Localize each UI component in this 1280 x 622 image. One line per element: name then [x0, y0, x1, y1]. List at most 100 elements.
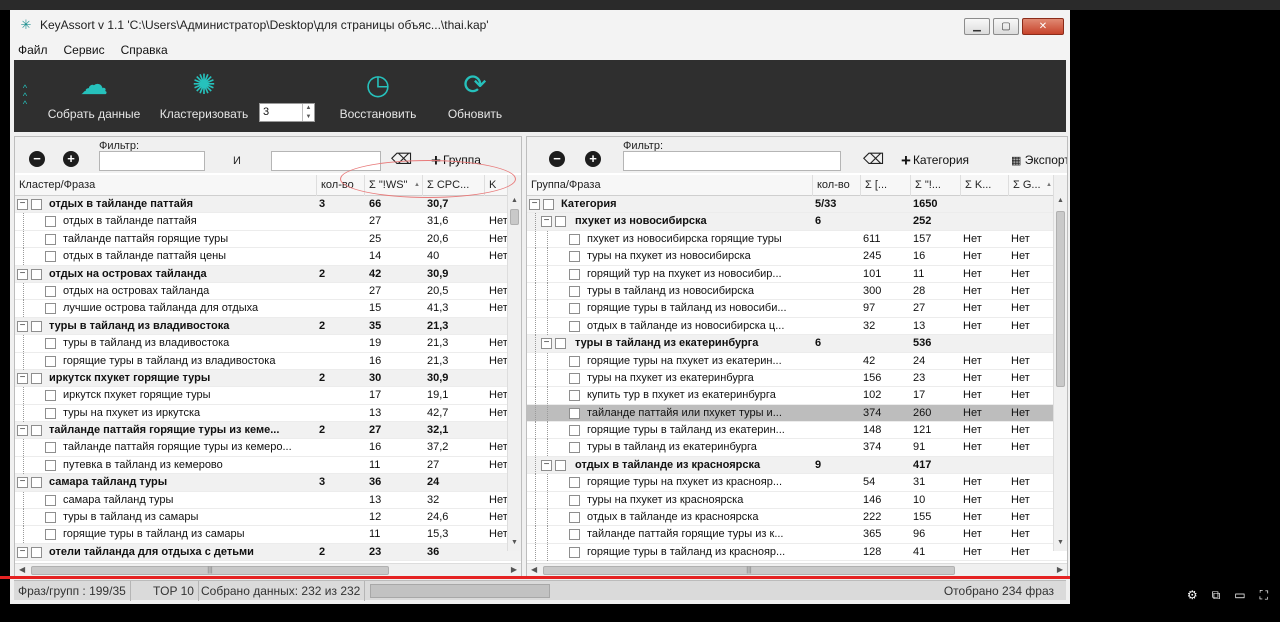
collapse-toggle-icon[interactable]: −	[17, 372, 28, 384]
collapse-toggle-icon[interactable]: −	[541, 459, 552, 471]
cluster-threshold-stepper[interactable]: 3 ▲ ▼	[259, 103, 315, 122]
table-row[interactable]: туры на пхукет из екатеринбурга 156 23 Нет Н…	[527, 369, 1067, 388]
collect-data-button[interactable]: ☁ Собрать данные	[44, 60, 144, 132]
category-group-row[interactable]: − отдых в тайланде из красноярска 9 417	[527, 456, 1067, 475]
settings-gear-icon[interactable]: ⚙	[1187, 588, 1198, 603]
table-row[interactable]: туры на пхукет из новосибирска 245 16 Нет Не…	[527, 248, 1067, 266]
h-scroll-thumb[interactable]: |||	[31, 566, 389, 575]
table-row[interactable]: горящий тур на пхукет из новосибир... 101…	[527, 265, 1067, 283]
scroll-thumb[interactable]	[1056, 211, 1065, 387]
row-checkbox[interactable]	[45, 216, 56, 228]
collapse-toggle-icon[interactable]: −	[17, 268, 28, 280]
table-row[interactable]: тайланде паттайя или пхукет туры и... 374…	[527, 404, 1067, 423]
miniplayer-icon[interactable]: ⧉	[1212, 588, 1221, 603]
table-row[interactable]: горящие туры в тайланд из владивостока 16…	[15, 352, 521, 370]
eraser-icon[interactable]: ⌫	[391, 151, 412, 169]
scroll-thumb[interactable]	[510, 209, 519, 225]
stepper-down-icon[interactable]: ▼	[303, 113, 314, 122]
video-progress-bar[interactable]	[0, 576, 1070, 579]
table-row[interactable]: тайланде паттайя горящие туры 25 20,6 Нет	[15, 230, 521, 249]
collapse-toggle-icon[interactable]: −	[541, 216, 552, 228]
row-checkbox[interactable]	[569, 251, 580, 263]
row-checkbox[interactable]	[569, 529, 580, 541]
row-checkbox[interactable]	[45, 512, 56, 524]
category-group-row[interactable]: − пхукет из новосибирска 6 252	[527, 213, 1067, 231]
scroll-right-icon[interactable]: ▶	[1057, 565, 1063, 574]
table-row[interactable]: отдых в тайланде паттайя 27 31,6 Нет	[15, 213, 521, 231]
collapse-toggle-icon[interactable]: −	[17, 320, 28, 332]
row-checkbox[interactable]	[31, 199, 42, 210]
cluster-button[interactable]: ✺ Кластеризовать	[157, 60, 251, 132]
row-checkbox[interactable]	[569, 372, 580, 384]
filter-input-2[interactable]	[271, 151, 381, 171]
minimize-button[interactable]: ▁	[964, 18, 990, 35]
table-row[interactable]: туры на пхукет из красноярска 146 10 Нет Нет	[527, 491, 1067, 510]
expand-all-button[interactable]: +	[63, 151, 79, 167]
scroll-left-icon[interactable]: ◀	[531, 565, 537, 574]
row-checkbox[interactable]	[45, 494, 56, 506]
table-row[interactable]: горящие туры на пхукет из екатерин... 42 2…	[527, 352, 1067, 370]
menu-file[interactable]: Файл	[18, 43, 48, 57]
table-row[interactable]: туры на пхукет из иркутска 13 42,7 Нет	[15, 404, 521, 423]
menu-help[interactable]: Справка	[121, 43, 168, 57]
cluster-group-row[interactable]: − отдых на островах тайланда 2 42 30,9	[15, 265, 521, 283]
table-row[interactable]: отдых в тайланде паттайя цены 14 40 Нет	[15, 248, 521, 266]
table-row[interactable]: горящие туры в тайланд из новосиби... 97 2…	[527, 300, 1067, 318]
table-row[interactable]: пхукет из новосибирска горящие туры 611 15…	[527, 230, 1067, 249]
close-button[interactable]: ✕	[1022, 18, 1064, 35]
collapse-all-categories-button[interactable]: −	[549, 151, 565, 167]
table-row[interactable]: туры в тайланд из новосибирска 300 28 Нет Не…	[527, 282, 1067, 301]
row-checkbox[interactable]	[45, 251, 56, 263]
scroll-up-icon[interactable]: ▲	[508, 197, 521, 204]
scroll-right-icon[interactable]: ▶	[511, 565, 517, 574]
table-row[interactable]: отдых в тайланде из красноярска 222 155 Нет…	[527, 509, 1067, 527]
row-checkbox[interactable]	[543, 199, 554, 210]
row-checkbox[interactable]	[569, 303, 580, 315]
table-row[interactable]: иркутск пхукет горящие туры 17 19,1 Нет	[15, 387, 521, 405]
refresh-button[interactable]: ⟳ Обновить	[442, 60, 508, 132]
collapse-all-button[interactable]: −	[29, 151, 45, 167]
export-button[interactable]: ▦ Экспорт	[1011, 153, 1067, 167]
row-checkbox[interactable]	[569, 442, 580, 454]
row-checkbox[interactable]	[45, 407, 56, 419]
scroll-left-icon[interactable]: ◀	[19, 565, 25, 574]
cluster-group-row[interactable]: − самара тайланд туры 3 36 24	[15, 474, 521, 492]
menu-service[interactable]: Сервис	[64, 43, 105, 57]
row-checkbox[interactable]	[45, 529, 56, 541]
row-checkbox[interactable]	[569, 320, 580, 332]
col-count[interactable]: кол-во	[813, 175, 861, 196]
filter-input-1[interactable]	[99, 151, 205, 171]
col-sum-g[interactable]: Σ G...	[1009, 175, 1055, 196]
row-checkbox[interactable]	[31, 320, 42, 332]
row-checkbox[interactable]	[555, 216, 566, 228]
row-checkbox[interactable]	[45, 233, 56, 245]
table-row[interactable]: путевка в тайланд из кемерово 11 27 Нет	[15, 456, 521, 475]
scroll-down-icon[interactable]: ▼	[1054, 539, 1067, 546]
category-root-row[interactable]: − Категория 5/33 1650	[527, 196, 1067, 214]
row-checkbox[interactable]	[45, 442, 56, 454]
row-checkbox[interactable]	[569, 233, 580, 245]
collapse-toggle-icon[interactable]: −	[17, 477, 28, 489]
col-sum-ws[interactable]: Σ "!WS"	[365, 175, 423, 196]
row-checkbox[interactable]	[45, 303, 56, 315]
row-checkbox[interactable]	[31, 477, 42, 489]
categories-filter-input[interactable]	[623, 151, 841, 171]
row-checkbox[interactable]	[45, 355, 56, 367]
row-checkbox[interactable]	[569, 494, 580, 506]
scroll-down-icon[interactable]: ▼	[508, 539, 521, 546]
row-checkbox[interactable]	[31, 425, 42, 437]
col-group-phrase[interactable]: Группа/Фраза	[527, 175, 813, 196]
row-checkbox[interactable]	[555, 338, 566, 350]
add-group-button[interactable]: + Группа	[431, 152, 481, 169]
col-sum-cpc[interactable]: Σ CPC...	[423, 175, 485, 196]
row-checkbox[interactable]	[45, 390, 56, 402]
categories-horizontal-scrollbar[interactable]: ◀ ||| ▶	[527, 563, 1067, 577]
collapse-toggle-icon[interactable]: −	[529, 199, 540, 210]
row-checkbox[interactable]	[569, 268, 580, 280]
add-category-button[interactable]: + Категория	[901, 152, 969, 169]
maximize-button[interactable]: ▢	[993, 18, 1019, 35]
stepper-up-icon[interactable]: ▲	[303, 104, 314, 113]
table-row[interactable]: отдых в тайланде из новосибирска ц... 32 1…	[527, 317, 1067, 336]
row-checkbox[interactable]	[569, 425, 580, 437]
category-group-row[interactable]: − туры в тайланд из екатеринбурга 6 536	[527, 335, 1067, 353]
